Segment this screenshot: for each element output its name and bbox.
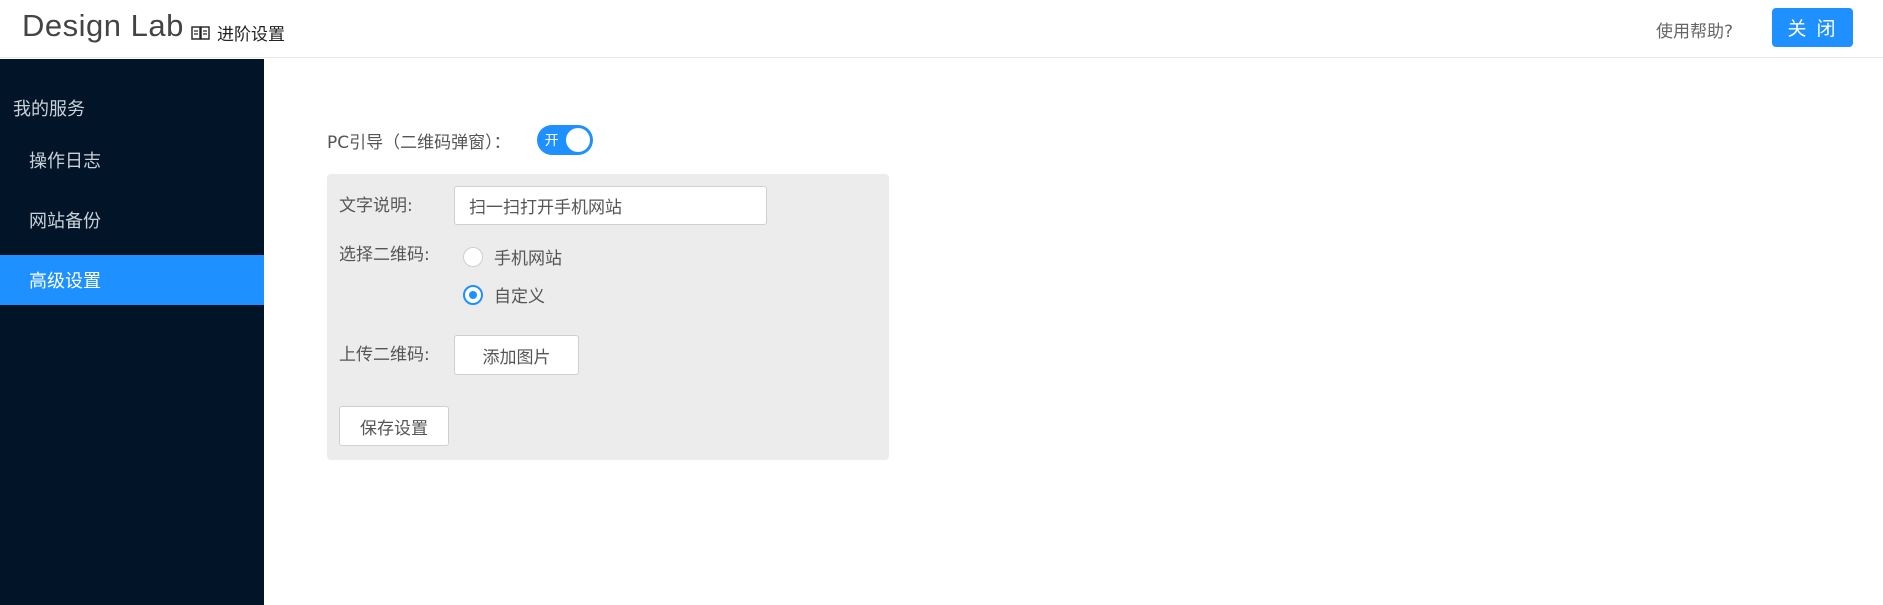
book-icon xyxy=(191,25,210,40)
radio-label: 手机网站 xyxy=(494,249,562,269)
app-title: Design Lab xyxy=(22,8,184,43)
sidebar-item-advanced-settings[interactable]: 高级设置 xyxy=(0,255,264,305)
top-header: Design Lab 进阶设置 使用帮助? 关 闭 xyxy=(0,0,1883,58)
breadcrumb-label: 进阶设置 xyxy=(217,25,285,45)
close-button[interactable]: 关 闭 xyxy=(1772,8,1853,47)
select-qr-label: 选择二维码: xyxy=(339,245,430,265)
pc-guide-toggle[interactable]: 开 xyxy=(536,125,593,155)
upload-qr-label: 上传二维码: xyxy=(339,345,430,365)
save-settings-button[interactable]: 保存设置 xyxy=(339,406,449,446)
add-image-button[interactable]: 添加图片 xyxy=(454,335,579,375)
radio-circle xyxy=(463,284,483,305)
pc-guide-label: PC引导（二维码弹窗）： xyxy=(327,132,511,153)
sidebar-section-title: 我的服务 xyxy=(13,99,85,120)
help-link[interactable]: 使用帮助? xyxy=(1656,17,1733,42)
main-content: PC引导（二维码弹窗）： 开 文字说明: 扫一扫打开手机网站 选择二维码: 手机… xyxy=(264,59,1883,605)
toggle-on-text: 开 xyxy=(544,133,559,149)
qr-settings-panel: 文字说明: 扫一扫打开手机网站 选择二维码: 手机网站 自定义 上传二维码: 添… xyxy=(327,174,889,460)
sidebar-item-operation-log[interactable]: 操作日志 xyxy=(0,135,264,185)
radio-mobile-site[interactable]: 手机网站 xyxy=(463,244,562,269)
pc-guide-row: PC引导（二维码弹窗）： 开 xyxy=(327,125,593,155)
sidebar: 我的服务 操作日志 网站备份 高级设置 xyxy=(0,59,264,605)
radio-circle xyxy=(463,246,483,267)
sidebar-item-site-backup[interactable]: 网站备份 xyxy=(0,195,264,245)
toggle-knob xyxy=(565,128,590,152)
text-desc-label: 文字说明: xyxy=(339,196,413,216)
radio-label: 自定义 xyxy=(494,287,545,307)
radio-custom[interactable]: 自定义 xyxy=(463,282,545,307)
breadcrumb: 进阶设置 xyxy=(191,20,285,45)
text-desc-input[interactable]: 扫一扫打开手机网站 xyxy=(454,186,767,225)
